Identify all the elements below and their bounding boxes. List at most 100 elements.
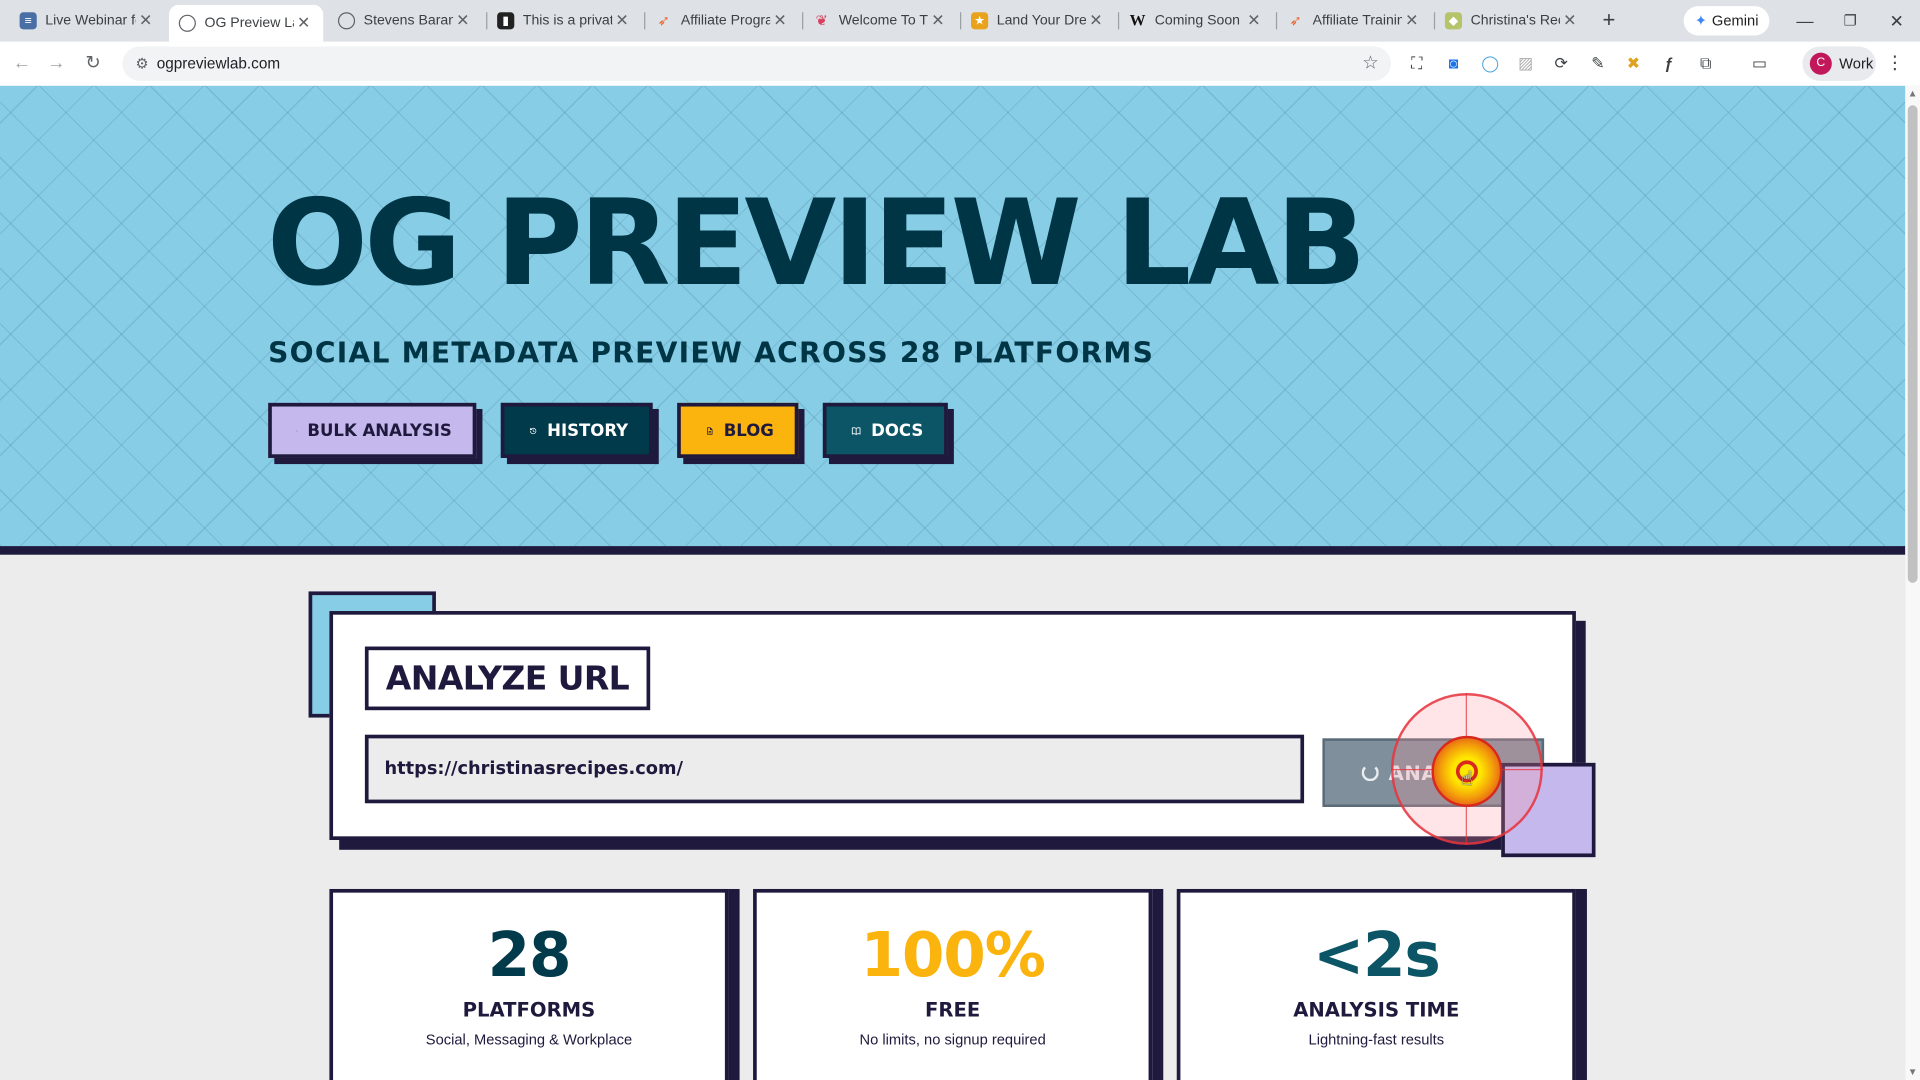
more-menu-icon[interactable]: ⋮: [1886, 51, 1904, 74]
page-viewport: OG PREVIEW LAB SOCIAL METADATA PREVIEW A…: [0, 85, 1906, 1080]
layers-icon: [296, 429, 298, 431]
tab-title: Welcome To The: [838, 13, 929, 29]
tab-title: Stevens Baranik: [363, 13, 453, 29]
blog-label: BLOG: [723, 420, 774, 441]
stat-label: PLATFORMS: [462, 997, 596, 1022]
tab-title: Coming Soon - §: [1154, 13, 1244, 29]
stat-description: No limits, no signup required: [859, 1031, 1046, 1049]
stat-description: Lightning-fast results: [1308, 1031, 1445, 1049]
close-icon[interactable]: ✕: [294, 13, 314, 33]
scroll-up-icon[interactable]: ▲: [1908, 88, 1918, 99]
restore-icon[interactable]: ❐: [1836, 7, 1865, 34]
tab-strip: ≡ Live Webinar for ✕ OG Preview Lab ✕ St…: [0, 0, 1920, 42]
extensions-icon[interactable]: ⧉: [1693, 51, 1717, 75]
spinner-icon: [1361, 764, 1379, 782]
history-icon: [530, 427, 537, 434]
profile-label: Work: [1839, 55, 1874, 73]
tab-coming-soon[interactable]: W Coming Soon - § ✕: [1119, 5, 1273, 37]
close-icon[interactable]: ✕: [612, 11, 632, 31]
tab-affiliate-training[interactable]: ➶ Affiliate Training ✕: [1277, 5, 1431, 37]
tab-land-your-dream[interactable]: ★ Land Your Drean ✕: [961, 5, 1115, 37]
tab-live-webinar[interactable]: ≡ Live Webinar for ✕: [10, 5, 166, 37]
image-extension-icon[interactable]: ▨: [1513, 51, 1537, 75]
grid-icon: ≡: [19, 12, 37, 30]
close-icon[interactable]: ✕: [1086, 11, 1106, 31]
minimize-icon[interactable]: —: [1790, 7, 1819, 34]
extension-blue-icon[interactable]: ◙: [1441, 51, 1465, 75]
refresh-extension-icon[interactable]: ⟳: [1549, 51, 1573, 75]
close-icon[interactable]: ✕: [1402, 11, 1422, 31]
site-info-icon[interactable]: ⚙: [132, 54, 152, 74]
stat-card-analysis-time: <2s ANALYSIS TIME Lightning-fast results: [1176, 888, 1576, 1080]
scrollbar-thumb[interactable]: [1907, 105, 1918, 583]
close-window-icon[interactable]: ✕: [1882, 7, 1911, 34]
tab-og-preview-lab[interactable]: OG Preview Lab ✕: [168, 4, 324, 42]
stat-label: ANALYSIS TIME: [1293, 997, 1460, 1022]
url-input[interactable]: [364, 734, 1305, 804]
docs-label: DOCS: [871, 420, 924, 441]
close-icon[interactable]: ✕: [1560, 11, 1580, 31]
hero-nav: BULK ANALYSIS HISTORY BLOG DOCS: [268, 402, 972, 458]
new-tab-button[interactable]: +: [1596, 7, 1623, 34]
back-icon[interactable]: ←: [10, 51, 34, 75]
reload-icon[interactable]: ↻: [81, 51, 105, 75]
leaf-icon: ❦: [815, 12, 828, 30]
tab-title: Christina's Recip: [1470, 13, 1560, 29]
font-extension-icon[interactable]: ƒ: [1657, 51, 1681, 75]
side-panel-icon[interactable]: ▭: [1747, 51, 1771, 75]
rocket-icon: ➶: [657, 12, 670, 30]
blog-button[interactable]: BLOG: [677, 402, 799, 458]
tab-title: OG Preview Lab: [204, 15, 293, 31]
book-icon: [851, 426, 861, 435]
history-label: HISTORY: [547, 420, 629, 441]
star-icon: ★: [971, 12, 989, 30]
hero-section: OG PREVIEW LAB SOCIAL METADATA PREVIEW A…: [0, 85, 1906, 555]
tab-affiliate-program[interactable]: ➶ Affiliate Progran ✕: [645, 5, 799, 37]
close-icon[interactable]: ✕: [1244, 11, 1264, 31]
url-text: ogpreviewlab.com: [156, 55, 281, 73]
forward-icon[interactable]: →: [44, 51, 68, 75]
stat-value: 28: [487, 919, 572, 991]
bulk-analysis-label: BULK ANALYSIS: [307, 420, 452, 441]
tab-welcome[interactable]: ❦ Welcome To The ✕: [803, 5, 957, 37]
close-icon[interactable]: ✕: [136, 11, 156, 31]
stat-description: Social, Messaging & Workplace: [425, 1031, 633, 1049]
puzzle-color-icon[interactable]: ✖: [1621, 51, 1645, 75]
document-icon: [707, 426, 713, 434]
bulk-analysis-button[interactable]: BULK ANALYSIS: [268, 402, 477, 458]
globe-icon: [337, 12, 356, 30]
page-scrollbar[interactable]: ▲ ▼: [1905, 85, 1920, 1080]
tab-title: Land Your Drean: [996, 13, 1087, 29]
address-bar[interactable]: ⚙ ogpreviewlab.com ☆: [122, 46, 1392, 81]
tab-stevens-baranik[interactable]: Stevens Baranik ✕: [328, 5, 482, 37]
rocket-icon: ➶: [1289, 12, 1302, 30]
analyze-heading: ANALYZE URL: [364, 646, 650, 711]
bookmark-star-icon[interactable]: ☆: [1362, 51, 1378, 74]
hand-cursor-icon: ☝: [1460, 768, 1473, 790]
stat-card-free: 100% FREE No limits, no signup required: [753, 888, 1153, 1080]
stat-card-platforms: 28 PLATFORMS Social, Messaging & Workpla…: [329, 888, 729, 1080]
recipe-icon: ◆: [1444, 12, 1463, 30]
profile-button[interactable]: C Work: [1802, 46, 1876, 81]
globe-icon: [178, 14, 196, 32]
scroll-down-icon[interactable]: ▼: [1908, 1067, 1918, 1078]
stat-value: 100%: [860, 919, 1046, 991]
tab-title: This is a private: [522, 13, 613, 29]
tab-christinas-recipes[interactable]: ◆ Christina's Recip ✕: [1435, 5, 1589, 37]
close-icon[interactable]: ✕: [453, 11, 473, 31]
pen-icon[interactable]: ✎: [1586, 51, 1610, 75]
close-icon[interactable]: ✕: [770, 11, 790, 31]
history-button[interactable]: HISTORY: [500, 402, 653, 458]
tab-title: Affiliate Progran: [680, 13, 770, 29]
tab-title: Affiliate Training: [1312, 13, 1402, 29]
screenshot-icon[interactable]: ⛶: [1404, 51, 1428, 75]
stat-value: <2s: [1312, 919, 1441, 991]
close-icon[interactable]: ✕: [928, 11, 948, 31]
gemini-button[interactable]: ✦ Gemini: [1683, 6, 1770, 36]
wikipedia-icon: W: [1129, 11, 1146, 30]
circle-extension-icon[interactable]: ◯: [1478, 51, 1502, 75]
docs-button[interactable]: DOCS: [822, 402, 948, 458]
tab-private[interactable]: ▮ This is a private ✕: [487, 5, 641, 37]
stat-label: FREE: [925, 997, 981, 1022]
gemini-label: Gemini: [1711, 12, 1759, 30]
